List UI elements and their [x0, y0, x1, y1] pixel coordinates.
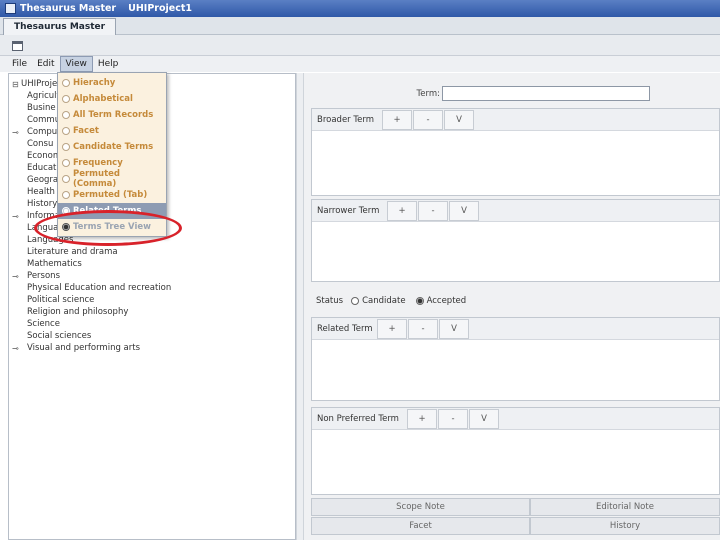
project-name: UHIProject1	[128, 3, 192, 14]
radio-icon	[62, 207, 70, 215]
tree-item[interactable]: Langua	[27, 222, 58, 234]
radio-icon	[351, 297, 360, 305]
related-add-button[interactable]: +	[377, 319, 407, 339]
broader-remove-button[interactable]: -	[413, 110, 443, 130]
narrower-remove-button[interactable]: -	[418, 201, 448, 221]
radio-icon	[62, 127, 70, 135]
radio-checked-icon	[415, 297, 424, 305]
narrower-add-button[interactable]: +	[387, 201, 417, 221]
tree-item[interactable]: Religion and philosophy	[27, 306, 128, 318]
tab-thesaurus-master[interactable]: Thesaurus Master	[3, 18, 117, 35]
narrower-term-title: Narrower Term	[317, 206, 380, 216]
term-detail-pane: Term: Broader Term + - V Narrower Term +…	[304, 73, 720, 540]
radio-icon	[62, 79, 70, 87]
facet-tab[interactable]: Facet	[311, 517, 530, 535]
menu-help[interactable]: Help	[93, 56, 124, 72]
narrower-view-button[interactable]: V	[449, 201, 479, 221]
radio-icon	[62, 143, 70, 151]
tree-item[interactable]: ⊸ Visual and performing arts	[12, 342, 140, 354]
tab-strip: Thesaurus Master	[0, 17, 720, 35]
tree-item[interactable]: History	[27, 198, 57, 210]
broader-term-section: Broader Term + - V	[311, 108, 720, 196]
radio-icon	[62, 175, 70, 183]
term-label: Term:	[416, 89, 440, 99]
broader-view-button[interactable]: V	[444, 110, 474, 130]
menu-item-facet[interactable]: Facet	[58, 123, 166, 139]
narrower-term-header: Narrower Term + - V	[312, 200, 719, 222]
tree-item[interactable]: Science	[27, 318, 60, 330]
menu-item-alphabetical[interactable]: Alphabetical	[58, 91, 166, 107]
collapse-icon[interactable]: ⊟	[12, 80, 20, 89]
pane-splitter[interactable]	[296, 73, 304, 540]
tree-item[interactable]: Geogra	[27, 174, 58, 186]
broader-add-button[interactable]: +	[382, 110, 412, 130]
expand-icon[interactable]: ⊸	[12, 212, 20, 221]
menu-file[interactable]: File	[7, 56, 32, 72]
related-remove-button[interactable]: -	[408, 319, 438, 339]
tree-item[interactable]: Busine	[27, 102, 56, 114]
expand-icon[interactable]: ⊸	[12, 272, 20, 281]
view-menu-dropdown: Hierachy Alphabetical All Term Records F…	[57, 72, 167, 237]
window-titlebar: Thesaurus Master UHIProject1	[0, 0, 720, 17]
menu-item-candidate-terms[interactable]: Candidate Terms	[58, 139, 166, 155]
status-label: Status	[316, 296, 344, 306]
tree-item[interactable]: Literature and drama	[27, 246, 118, 258]
tree-item[interactable]: ⊸ Informa	[12, 210, 60, 222]
tree-item[interactable]: Mathematics	[27, 258, 82, 270]
radio-icon	[62, 159, 70, 167]
related-term-title: Related Term	[317, 324, 373, 334]
scope-note-tab[interactable]: Scope Note	[311, 498, 530, 516]
menu-item-terms-tree-view[interactable]: Terms Tree View	[58, 219, 166, 235]
expand-icon[interactable]: ⊸	[12, 128, 20, 137]
non-preferred-remove-button[interactable]: -	[438, 409, 468, 429]
menu-item-permuted-comma[interactable]: Permuted (Comma)	[58, 169, 166, 189]
radio-checked-icon	[62, 223, 70, 231]
tree-item[interactable]: ⊸ Persons	[12, 270, 60, 282]
radio-icon	[62, 95, 70, 103]
app-icon	[5, 3, 16, 14]
narrower-term-section: Narrower Term + - V	[311, 199, 720, 282]
tree-item[interactable]: Econom	[27, 150, 61, 162]
non-preferred-add-button[interactable]: +	[407, 409, 437, 429]
tree-item[interactable]: Health	[27, 186, 55, 198]
window-icon[interactable]	[12, 41, 23, 51]
tree-item[interactable]: Consu	[27, 138, 53, 150]
menu-bar: File Edit View Help	[0, 56, 720, 72]
menu-item-hierachy[interactable]: Hierachy	[58, 75, 166, 91]
status-accepted-radio[interactable]: Accepted	[415, 296, 466, 306]
tree-item[interactable]: Agricult	[27, 90, 60, 102]
non-preferred-view-button[interactable]: V	[469, 409, 499, 429]
editorial-note-tab[interactable]: Editorial Note	[530, 498, 720, 516]
status-row: Status Candidate Accepted	[316, 294, 476, 308]
tree-item[interactable]: Political science	[27, 294, 94, 306]
menu-view[interactable]: View	[59, 56, 93, 72]
app-title: Thesaurus Master	[20, 3, 117, 14]
related-term-section: Related Term + - V	[311, 317, 720, 401]
broader-term-header: Broader Term + - V	[312, 109, 719, 131]
non-preferred-term-header: Non Preferred Term + - V	[312, 408, 719, 430]
tree-item[interactable]: Social sciences	[27, 330, 91, 342]
radio-icon	[62, 191, 70, 199]
menu-item-permuted-tab[interactable]: Permuted (Tab)	[58, 187, 166, 203]
tree-item[interactable]: Physical Education and recreation	[27, 282, 171, 294]
menu-item-all-term-records[interactable]: All Term Records	[58, 107, 166, 123]
menu-edit[interactable]: Edit	[32, 56, 59, 72]
tree-item[interactable]: ⊸ Compu	[12, 126, 57, 138]
status-candidate-radio[interactable]: Candidate	[351, 296, 406, 306]
non-preferred-term-section: Non Preferred Term + - V	[311, 407, 720, 495]
expand-icon[interactable]: ⊸	[12, 344, 20, 353]
related-term-header: Related Term + - V	[312, 318, 719, 340]
non-preferred-term-title: Non Preferred Term	[317, 414, 399, 424]
tree-item[interactable]: Commu	[27, 114, 60, 126]
menu-item-related-terms[interactable]: Related Terms	[58, 203, 166, 219]
broader-term-title: Broader Term	[317, 115, 374, 125]
related-view-button[interactable]: V	[439, 319, 469, 339]
radio-icon	[62, 111, 70, 119]
term-input[interactable]	[442, 86, 650, 101]
inner-window-bar	[0, 35, 720, 56]
tree-item[interactable]: Educat	[27, 162, 56, 174]
history-tab[interactable]: History	[530, 517, 720, 535]
